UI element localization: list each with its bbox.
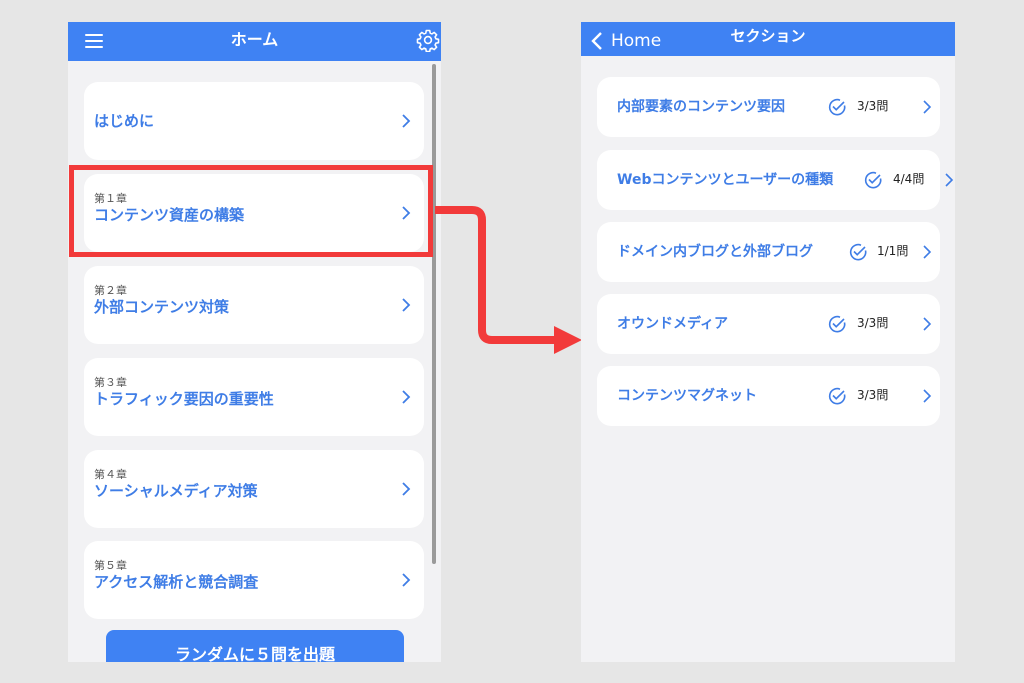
section-navbar: Home セクション [581,22,955,56]
check-circle-icon [864,171,882,189]
section-item[interactable]: オウンドメディア 3/3問 [597,294,940,354]
chevron-right-icon [402,298,411,312]
chevron-right-icon [402,482,411,496]
check-circle-icon [828,387,846,405]
section-item[interactable]: コンテンツマグネット 3/3問 [597,366,940,426]
section-screen: Home セクション 内部要素のコンテンツ要因 3/3問 Webコンテンツとユー… [581,22,955,662]
card-intro[interactable]: はじめに [84,82,424,160]
home-screen: ホーム はじめに 第１章 コンテンツ資産の構築 第２章 外部コンテンツ対策 第３… [68,22,441,662]
section-item[interactable]: Webコンテンツとユーザーの種類 4/4問 [597,150,954,210]
card-title: アクセス解析と競合調査 [94,573,259,591]
section-item-title: Webコンテンツとユーザーの種類 [617,172,834,188]
section-item-count: 3/3問 [857,316,889,330]
section-item-title: コンテンツマグネット [617,388,757,404]
home-title: ホーム [230,30,279,49]
section-item-title: 内部要素のコンテンツ要因 [617,99,785,115]
chevron-right-icon [402,114,411,128]
section-item[interactable]: 内部要素のコンテンツ要因 3/3問 [597,77,940,137]
card-title: ソーシャルメディア対策 [94,482,258,500]
chevron-right-icon [945,173,954,187]
section-item-title: ドメイン内ブログと外部ブログ [617,244,813,260]
chevron-right-icon [923,389,932,403]
section-title: セクション [730,27,806,45]
card-title: 外部コンテンツ対策 [94,298,230,316]
card-chapter-3[interactable]: 第３章 トラフィック要因の重要性 [84,358,424,436]
check-circle-icon [828,315,846,333]
check-circle-icon [828,98,846,116]
chevron-right-icon [923,317,932,331]
section-item-title: オウンドメディア [617,316,729,332]
chevron-right-icon [402,390,411,404]
arrow-icon [435,206,582,354]
card-chapter-4[interactable]: 第４章 ソーシャルメディア対策 [84,450,424,528]
random-quiz-button[interactable]: ランダムに５問を出題 [106,630,404,662]
card-title: はじめに [94,112,155,130]
section-item-count: 1/1問 [877,244,909,258]
chevron-right-icon [923,100,932,114]
card-chapter-5[interactable]: 第５章 アクセス解析と競合調査 [84,541,424,619]
section-item[interactable]: ドメイン内ブログと外部ブログ 1/1問 [597,222,940,282]
section-item-count: 3/3問 [857,99,889,113]
highlight-box [69,165,433,257]
card-chapter-2[interactable]: 第２章 外部コンテンツ対策 [84,266,424,344]
card-title: トラフィック要因の重要性 [94,390,274,408]
gear-icon[interactable] [416,28,440,52]
home-navbar: ホーム [68,22,441,61]
section-item-count: 3/3問 [857,388,889,402]
check-circle-icon [849,243,867,261]
section-item-count: 4/4問 [893,172,925,186]
chevron-right-icon [402,573,411,587]
chevron-right-icon [923,245,932,259]
